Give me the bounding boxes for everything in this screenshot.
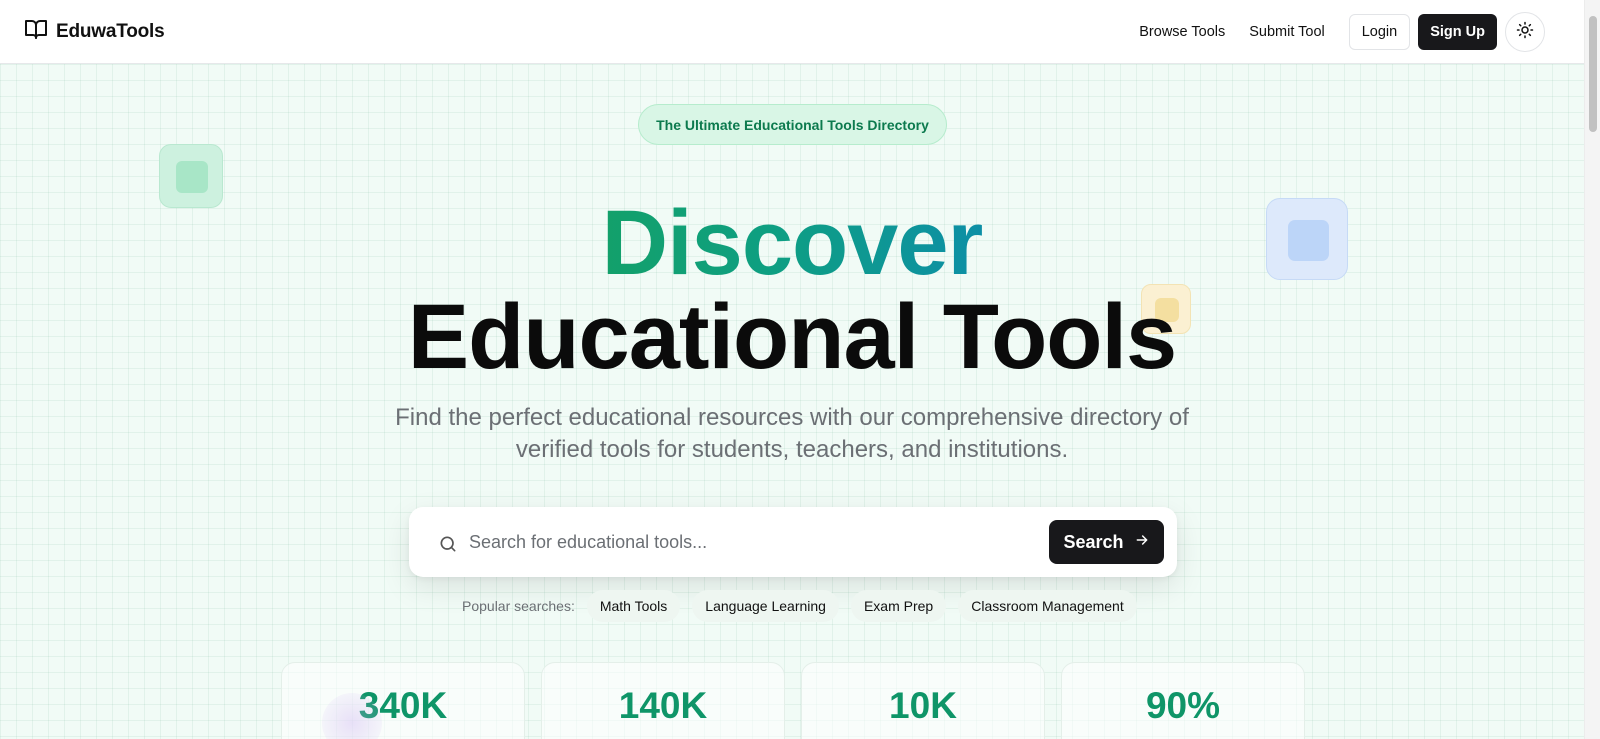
signup-button[interactable]: Sign Up <box>1418 13 1497 50</box>
main-nav: Browse Tools Submit Tool Login Sign Up <box>1127 11 1545 52</box>
chip-language-learning[interactable]: Language Learning <box>692 590 839 622</box>
chip-classroom-management[interactable]: Classroom Management <box>958 590 1137 622</box>
popular-searches-label: Popular searches: <box>462 598 575 614</box>
search-input[interactable] <box>469 524 1029 560</box>
hero-badge: The Ultimate Educational Tools Directory <box>638 104 947 145</box>
brand[interactable]: EduwaTools <box>24 17 165 46</box>
login-button[interactable]: Login <box>1348 13 1411 50</box>
search-button[interactable]: Search <box>1049 520 1164 564</box>
search-bar: Search <box>409 507 1177 577</box>
stats-row: 340K 140K 10K 90% <box>281 662 1305 739</box>
nav-submit-tool[interactable]: Submit Tool <box>1237 24 1337 40</box>
hero-section: The Ultimate Educational Tools Directory… <box>0 64 1584 739</box>
book-open-icon <box>24 17 48 46</box>
stat-card: 90% <box>1061 662 1305 739</box>
scrollbar-thumb[interactable] <box>1589 16 1597 132</box>
hero-title-accent: Discover <box>601 192 984 294</box>
stat-value: 140K <box>618 685 708 726</box>
popular-searches: Popular searches: Math Tools Language Le… <box>462 590 1137 622</box>
stat-value: 90% <box>1145 685 1221 726</box>
sun-icon <box>1516 21 1534 42</box>
stat-card: 140K <box>541 662 785 739</box>
search-button-label: Search <box>1063 531 1124 552</box>
chip-exam-prep[interactable]: Exam Prep <box>850 590 947 622</box>
hero-subtitle: Find the perfect educational resources w… <box>395 404 1189 463</box>
nav-browse-tools[interactable]: Browse Tools <box>1127 24 1237 40</box>
brand-name: EduwaTools <box>56 20 165 42</box>
chip-math-tools[interactable]: Math Tools <box>586 590 681 622</box>
arrow-right-icon <box>1134 532 1150 553</box>
search-icon <box>438 534 458 554</box>
stat-value: 340K <box>358 685 448 726</box>
site-header: EduwaTools Browse Tools Submit Tool Logi… <box>0 0 1584 64</box>
page-scrollbar[interactable] <box>1584 0 1600 739</box>
stat-card: 10K <box>801 662 1045 739</box>
hero-title-main: Educational Tools <box>407 286 1177 388</box>
theme-toggle-button[interactable] <box>1505 11 1545 52</box>
stat-card: 340K <box>281 662 525 739</box>
stat-value: 10K <box>889 685 957 726</box>
